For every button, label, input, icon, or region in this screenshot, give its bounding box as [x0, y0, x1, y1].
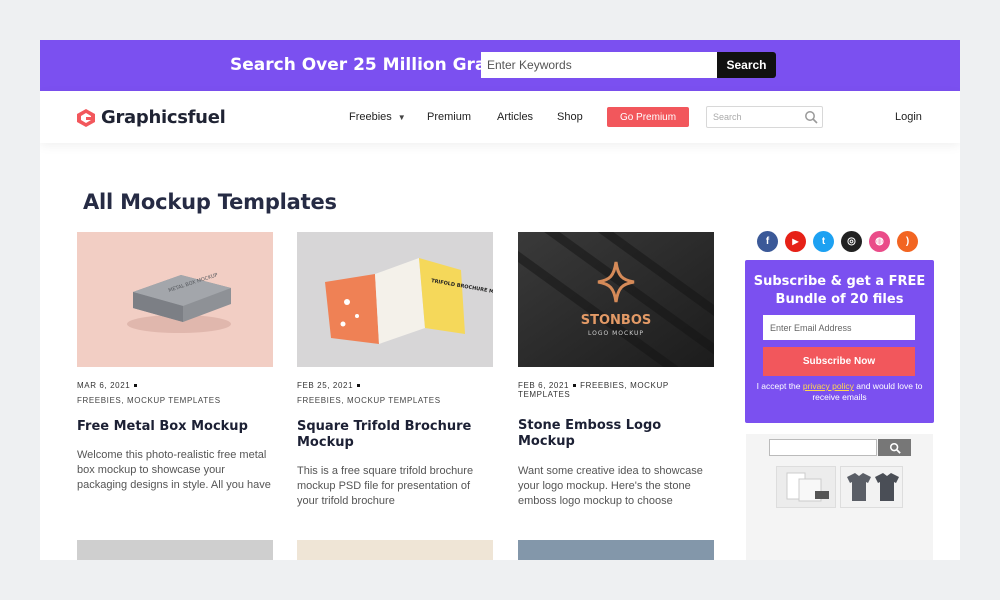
facebook-icon[interactable]: f — [757, 231, 778, 252]
post-thumbnail[interactable] — [518, 540, 714, 560]
nav-item-freebies[interactable]: Freebies ▼ — [349, 111, 406, 123]
post-title[interactable]: Square Trifold Brochure Mockup — [297, 419, 493, 451]
dribbble-icon[interactable]: ◍ — [869, 231, 890, 252]
nav-item-shop[interactable]: Shop — [557, 111, 583, 123]
post-thumbnail[interactable]: METAL BOX MOCKUP — [77, 232, 273, 367]
post-title[interactable]: Stone Emboss Logo Mockup — [518, 418, 714, 450]
thumb-sublabel: LOGO MOCKUP — [588, 330, 644, 337]
go-premium-button[interactable]: Go Premium — [607, 107, 689, 127]
keyword-search-button[interactable]: Search — [717, 52, 776, 78]
nav-item-articles[interactable]: Articles — [497, 111, 533, 123]
post-card: TRIFOLD BROCHURE MOCKUP FEB 25, 2021 FRE… — [297, 232, 493, 509]
post-categories[interactable]: FREEBIES, MOCKUP TEMPLATES — [77, 396, 273, 405]
post-thumbnail[interactable] — [77, 540, 273, 560]
post-date: MAR 6, 2021 — [77, 381, 131, 390]
privacy-policy-link[interactable]: privacy policy — [803, 381, 854, 391]
post-date-row: MAR 6, 2021 — [77, 381, 273, 390]
chevron-down-icon: ▼ — [397, 113, 406, 122]
page-frame: Search Over 25 Million Graphics Search G… — [40, 40, 960, 560]
search-icon — [889, 442, 901, 454]
subscribe-box: Subscribe & get a FREE Bundle of 20 file… — [745, 260, 934, 423]
login-link[interactable]: Login — [895, 111, 922, 123]
widget-thumbnail[interactable] — [840, 466, 903, 508]
page-title: All Mockup Templates — [83, 190, 337, 214]
post-title[interactable]: Free Metal Box Mockup — [77, 419, 273, 435]
post-thumbnail[interactable]: TRIFOLD BROCHURE MOCKUP — [297, 232, 493, 367]
post-excerpt: Want some creative idea to showcase your… — [518, 465, 703, 507]
instagram-icon[interactable]: ◎ — [841, 231, 862, 252]
widget-search-input[interactable] — [769, 439, 877, 456]
main-nav: Graphicsfuel Freebies ▼ Premium Articles … — [40, 91, 960, 143]
subscribe-title: Subscribe & get a FREE Bundle of 20 file… — [745, 273, 934, 309]
twitter-icon[interactable]: t — [813, 231, 834, 252]
privacy-consent-text: I accept the privacy policy and would lo… — [755, 381, 924, 403]
post-categories[interactable]: FREEBIES, MOCKUP TEMPLATES — [297, 396, 493, 405]
post-card: STONBOS LOGO MOCKUP FEB 6, 2021 FREEBIES,… — [518, 232, 714, 509]
site-logo[interactable]: Graphicsfuel — [76, 107, 226, 128]
graphicsfuel-logo-icon — [77, 108, 95, 127]
nav-item-premium[interactable]: Premium — [427, 111, 471, 123]
post-meta-row: FEB 6, 2021 FREEBIES, MOCKUP TEMPLATES — [518, 381, 714, 399]
youtube-icon[interactable]: ▶ — [785, 231, 806, 252]
post-date: FEB 25, 2021 — [297, 381, 354, 390]
tshirt-image — [847, 473, 899, 501]
post-thumbnail[interactable] — [297, 540, 493, 560]
widget-search-button[interactable] — [878, 439, 911, 456]
post-thumbnail[interactable]: STONBOS LOGO MOCKUP — [518, 232, 714, 367]
subscribe-title-line: Bundle of 20 files — [775, 292, 904, 307]
stationery-image — [786, 472, 829, 502]
subscribe-title-line: Subscribe & get a FREE — [753, 274, 926, 289]
widget-thumbnail[interactable] — [776, 466, 836, 508]
stone-emboss-image: STONBOS LOGO MOCKUP — [518, 232, 714, 367]
trifold-brochure-image: TRIFOLD BROCHURE MOCKUP — [325, 258, 493, 344]
keyword-search-input[interactable] — [481, 52, 717, 78]
logo-text: Graphicsfuel — [101, 107, 226, 128]
sidebar-search-widget — [746, 434, 933, 560]
nav-item-label: Freebies — [349, 111, 392, 123]
post-date-row: FEB 25, 2021 — [297, 381, 493, 390]
top-search-bar: Search Over 25 Million Graphics Search — [40, 40, 960, 91]
separator-dot — [134, 384, 138, 388]
post-date: FEB 6, 2021 — [518, 381, 570, 390]
thumb-label: STONBOS — [581, 313, 651, 328]
subscribe-button[interactable]: Subscribe Now — [763, 347, 915, 376]
email-field[interactable] — [763, 315, 915, 340]
separator-dot — [573, 384, 577, 388]
post-excerpt: This is a free square trifold brochure m… — [297, 465, 474, 507]
post-card: METAL BOX MOCKUP MAR 6, 2021 FREEBIES, M… — [77, 232, 273, 493]
metal-box-image: METAL BOX MOCKUP — [127, 272, 231, 333]
post-excerpt: Welcome this photo-realistic free metal … — [77, 449, 271, 491]
separator-dot — [357, 384, 361, 388]
search-icon[interactable] — [804, 110, 818, 124]
consent-prefix: I accept the — [756, 381, 803, 391]
social-icons: f ▶ t ◎ ◍ ) — [757, 231, 925, 252]
rss-icon[interactable]: ) — [897, 231, 918, 252]
